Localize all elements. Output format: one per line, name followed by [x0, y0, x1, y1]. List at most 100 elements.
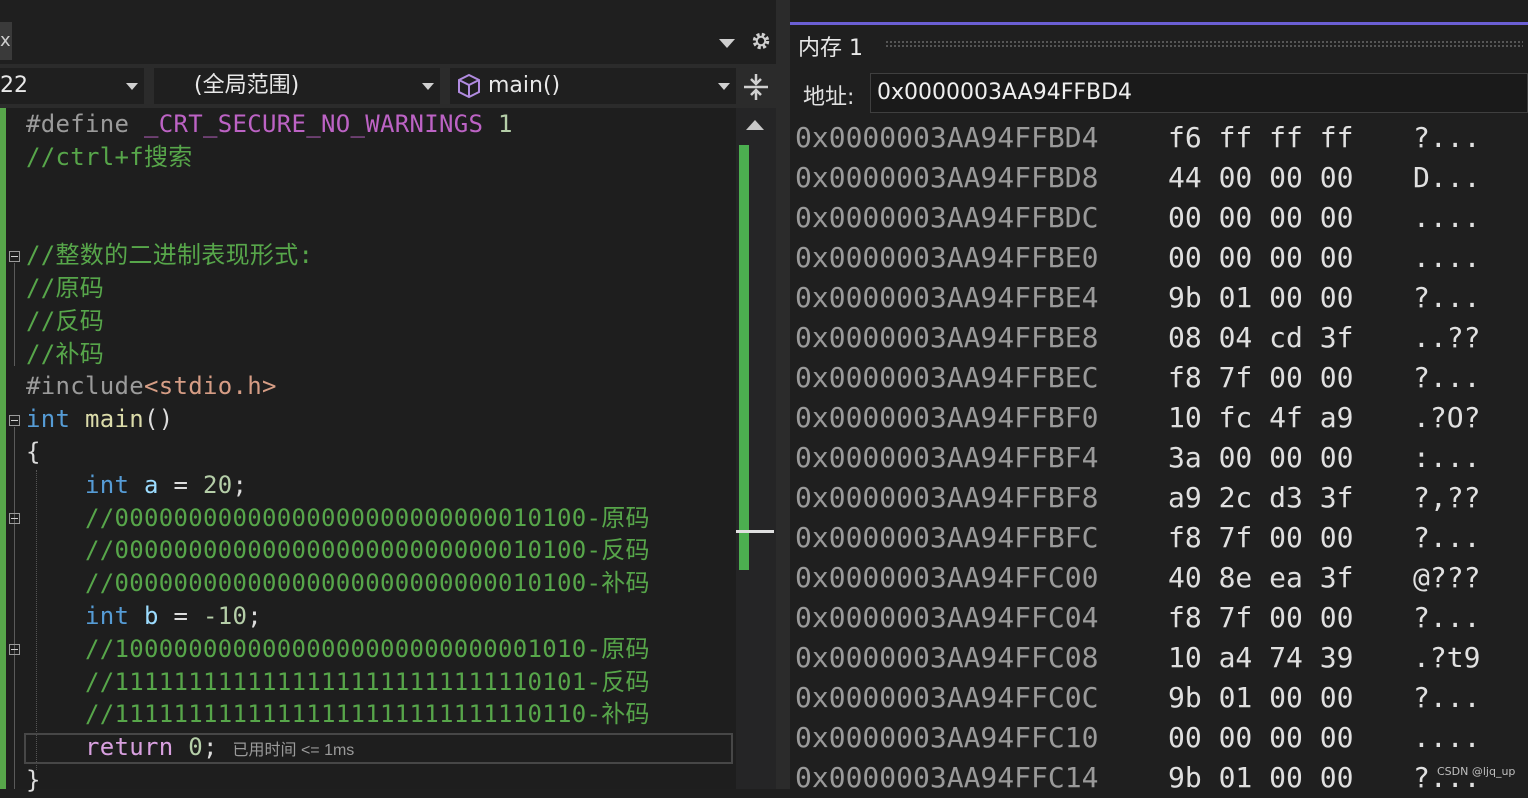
memory-row[interactable]: 0x0000003AA94FFC04 f8 7f 00 00?... [795, 598, 1480, 638]
memory-ascii: .... [1413, 721, 1481, 754]
scroll-up-icon[interactable] [746, 120, 764, 130]
scope-combo[interactable]: (全局范围) [154, 68, 440, 104]
memory-hex-bytes[interactable]: f8 7f 00 00 [1168, 358, 1353, 398]
memory-hex-bytes[interactable]: 10 fc 4f a9 [1168, 398, 1353, 438]
memory-ascii: ?,?? [1413, 481, 1481, 514]
editor-tab-stub[interactable]: x [0, 22, 12, 60]
watermark: CSDN @ljq_up [1437, 765, 1516, 778]
memory-hex-bytes[interactable]: f8 7f 00 00 [1168, 518, 1353, 558]
code-line[interactable]: int b = -10; [26, 600, 262, 633]
memory-hex-bytes[interactable]: f6 ff ff ff [1168, 118, 1353, 158]
drag-grip[interactable] [885, 40, 1523, 48]
code-token: //补码 [26, 339, 105, 368]
memory-address: 0x0000003AA94FFC0C [795, 681, 1099, 714]
memory-row[interactable]: 0x0000003AA94FFBD4 f6 ff ff ff?... [795, 118, 1480, 158]
fold-toggle-icon[interactable] [9, 251, 20, 262]
code-token: } [26, 766, 41, 794]
memory-hex-bytes[interactable]: 00 00 00 00 [1168, 198, 1353, 238]
code-token: a [144, 470, 159, 499]
code-line[interactable]: //10000000000000000000000000001010-原码 [26, 633, 650, 666]
memory-hex-bytes[interactable]: 10 a4 74 39 [1168, 638, 1353, 678]
memory-hex-bytes[interactable]: 08 04 cd 3f [1168, 318, 1353, 358]
code-line[interactable]: //原码 [26, 272, 104, 305]
fold-toggle-icon[interactable] [9, 513, 20, 524]
panel-splitter[interactable] [776, 0, 790, 789]
memory-row[interactable]: 0x0000003AA94FFBD8 44 00 00 00 D... [795, 158, 1480, 198]
memory-hex-bytes[interactable]: 9b 01 00 00 [1168, 278, 1353, 318]
code-token: #include [26, 372, 144, 401]
line-combo-value: 22 [0, 73, 28, 98]
code-line[interactable]: int main() [26, 403, 174, 436]
line-combo[interactable]: 22 [0, 68, 144, 104]
editor-toolbar [0, 0, 776, 64]
code-token: //00000000000000000000000000010100-反码 [85, 536, 650, 565]
memory-row[interactable]: 0x0000003AA94FFBEC f8 7f 00 00?... [795, 358, 1480, 398]
memory-hex-bytes[interactable]: f8 7f 00 00 [1168, 598, 1353, 638]
memory-row[interactable]: 0x0000003AA94FFBF0 10 fc 4f a9 .?O? [795, 398, 1480, 438]
memory-row[interactable]: 0x0000003AA94FFBE8 08 04 cd 3f..?? [795, 318, 1480, 358]
memory-ascii: D... [1413, 161, 1481, 194]
memory-ascii: ..?? [1413, 321, 1481, 354]
code-line[interactable]: //11111111111111111111111111110101-反码 [26, 666, 650, 699]
memory-row[interactable]: 0x0000003AA94FFC00 40 8e ea 3f @??? [795, 558, 1480, 598]
memory-hex-bytes[interactable]: 00 00 00 00 [1168, 238, 1353, 278]
split-view-icon[interactable] [742, 72, 770, 102]
address-input[interactable]: 0x0000003AA94FFBD4 [870, 73, 1528, 113]
function-combo[interactable]: main() [450, 68, 736, 104]
scroll-thumb[interactable] [739, 145, 749, 570]
window-dropdown-icon[interactable] [719, 39, 735, 48]
memory-ascii: ?... [1413, 361, 1481, 394]
memory-hex-bytes[interactable]: 3a 00 00 00 [1168, 438, 1353, 478]
code-token: _CRT_SECURE_NO_WARNINGS [144, 110, 484, 138]
code-line[interactable]: #include<stdio.h> [26, 370, 277, 403]
memory-row[interactable]: 0x0000003AA94FFC08 10 a4 74 39 .?t9 [795, 638, 1480, 678]
memory-hex-bytes[interactable]: 9b 01 00 00 [1168, 678, 1353, 718]
memory-hex-bytes[interactable]: 9b 01 00 00 [1168, 758, 1353, 798]
memory-row[interactable]: 0x0000003AA94FFBFC f8 7f 00 00?... [795, 518, 1480, 558]
code-token: 0 [188, 733, 203, 762]
memory-hex-bytes[interactable]: 44 00 00 00 [1168, 158, 1353, 198]
memory-row[interactable]: 0x0000003AA94FFBF4 3a 00 00 00:... [795, 438, 1480, 478]
memory-address: 0x0000003AA94FFBDC [795, 201, 1099, 234]
fold-toggle-icon[interactable] [9, 644, 20, 655]
memory-row[interactable]: 0x0000003AA94FFBE0 00 00 00 00.... [795, 238, 1480, 278]
function-combo-value: main() [488, 73, 561, 98]
code-line[interactable]: //11111111111111111111111111110110-补码 [26, 698, 650, 731]
code-line[interactable]: //00000000000000000000000000010100-反码 [26, 534, 650, 567]
cube-icon [456, 73, 482, 99]
code-token: ; [232, 470, 248, 499]
memory-hex-bytes[interactable]: a9 2c d3 3f [1168, 478, 1353, 518]
fold-toggle-icon[interactable] [9, 415, 20, 426]
memory-row[interactable]: 0x0000003AA94FFC10 00 00 00 00.... [795, 718, 1480, 758]
code-token: int [85, 602, 130, 630]
code-line[interactable]: //反码 [26, 305, 104, 338]
code-token: //整数的二进制表现形式: [26, 241, 314, 270]
memory-hex-bytes[interactable]: 40 8e ea 3f [1168, 558, 1353, 598]
code-line[interactable]: return 0; 已用时间 <= 1ms [26, 731, 354, 764]
memory-hex-bytes[interactable]: 00 00 00 00 [1168, 718, 1353, 758]
code-line[interactable]: #define _CRT_SECURE_NO_WARNINGS 1 [26, 108, 513, 141]
code-line[interactable]: //ctrl+f搜索 [26, 141, 193, 174]
memory-ascii: ?... [1413, 281, 1481, 314]
code-line[interactable]: //补码 [26, 338, 104, 371]
memory-row[interactable]: 0x0000003AA94FFC14 9b 01 00 00?... [795, 758, 1480, 798]
gear-icon[interactable] [750, 30, 772, 52]
memory-row[interactable]: 0x0000003AA94FFBE4 9b 01 00 00?... [795, 278, 1480, 318]
code-line[interactable]: { [26, 436, 41, 469]
code-line[interactable]: //00000000000000000000000000010100-补码 [26, 567, 650, 600]
code-line[interactable]: int a = 20; [26, 469, 247, 502]
code-token: { [26, 438, 41, 466]
code-token: int [26, 405, 71, 434]
address-label: 地址: [803, 85, 855, 110]
memory-row[interactable]: 0x0000003AA94FFBDC 00 00 00 00.... [795, 198, 1480, 238]
code-line[interactable]: //00000000000000000000000000010100-原码 [26, 502, 650, 535]
memory-row[interactable]: 0x0000003AA94FFC0C 9b 01 00 00?... [795, 678, 1480, 718]
memory-title: 内存 1 [798, 36, 863, 61]
code-line[interactable]: } [26, 764, 41, 797]
memory-row[interactable]: 0x0000003AA94FFBF8 a9 2c d3 3f?,?? [795, 478, 1480, 518]
code-line[interactable]: //整数的二进制表现形式: [26, 239, 313, 272]
memory-ascii: ?... [1413, 521, 1481, 554]
